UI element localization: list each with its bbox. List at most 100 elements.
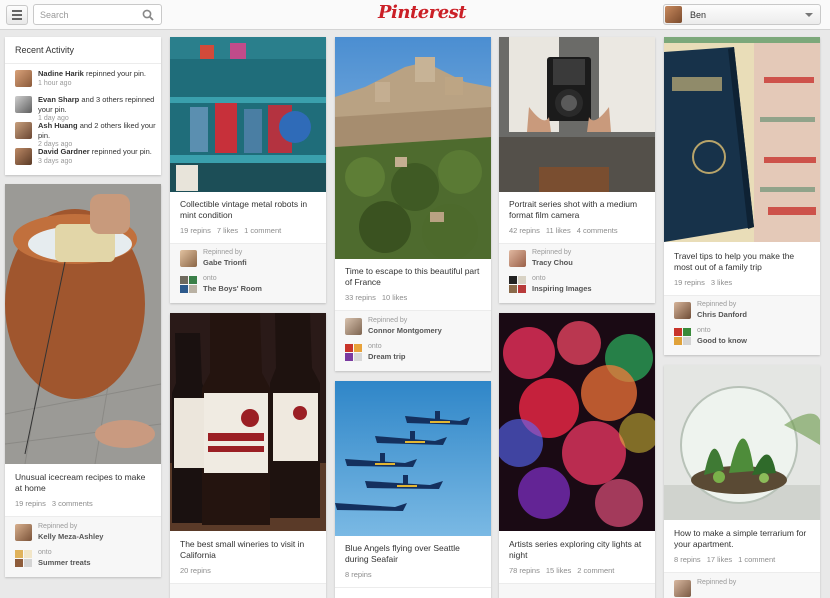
repin-count[interactable]: 8 repins xyxy=(345,570,372,579)
avatar xyxy=(15,96,32,113)
like-count[interactable]: 15 likes xyxy=(546,566,571,575)
search-icon[interactable] xyxy=(142,9,154,21)
repin-info: Repinned by xyxy=(664,573,820,598)
comment-count[interactable]: 1 comment xyxy=(244,226,281,235)
pin-card[interactable]: The best small wineries to visit in Cali… xyxy=(170,313,326,598)
comment-count[interactable]: 1 comment xyxy=(738,555,775,564)
pin-card[interactable]: Blue Angels flying over Seattle during S… xyxy=(335,381,491,598)
repinner-name[interactable]: Chris Danford xyxy=(697,310,747,319)
pin-image[interactable] xyxy=(335,381,491,536)
avatar[interactable] xyxy=(674,302,691,319)
repin-info: Repinned by Tracy Chou onto Inspiring Im… xyxy=(499,244,655,303)
avatar xyxy=(665,6,682,23)
board-thumbnails[interactable] xyxy=(180,276,197,293)
pin-card[interactable]: Portrait series shot with a medium forma… xyxy=(499,37,655,303)
repin-count[interactable]: 8 repins xyxy=(674,555,701,564)
like-count[interactable]: 11 likes xyxy=(546,226,571,235)
pin-card[interactable]: Travel tips to help you make the most ou… xyxy=(664,37,820,355)
pin-description[interactable]: Blue Angels flying over Seattle during S… xyxy=(345,543,483,565)
recent-activity-card: Recent Activity Nadine Harik repinned yo… xyxy=(5,37,161,175)
pin-card[interactable]: Unusual icecream recipes to make at home… xyxy=(5,184,161,577)
pin-card[interactable]: How to make a simple terrarium for your … xyxy=(664,365,820,598)
like-count[interactable]: 17 likes xyxy=(707,555,732,564)
pin-stats: 8 repins 17 likes 1 comment xyxy=(674,555,781,564)
board-name[interactable]: Dream trip xyxy=(368,352,406,361)
avatar xyxy=(15,70,32,87)
comment-count[interactable]: 3 comments xyxy=(52,499,93,508)
menu-button[interactable] xyxy=(6,5,28,25)
pin-stats: 20 repins xyxy=(180,566,217,575)
avatar xyxy=(15,148,32,165)
repin-count[interactable]: 19 repins xyxy=(180,226,211,235)
avatar[interactable] xyxy=(509,250,526,267)
comment-count[interactable]: 2 comment xyxy=(577,566,614,575)
search-box[interactable] xyxy=(33,4,162,25)
top-bar: Pinterest Ben xyxy=(0,0,830,30)
hamburger-icon xyxy=(12,10,22,12)
activity-user[interactable]: Evan Sharp xyxy=(38,95,79,104)
board-name[interactable]: Summer treats xyxy=(38,558,91,567)
repin-info: Repinned by Connor Montgomery onto Dream… xyxy=(335,311,491,371)
pin-description[interactable]: How to make a simple terrarium for your … xyxy=(674,528,812,550)
pin-image[interactable] xyxy=(664,365,820,520)
avatar[interactable] xyxy=(15,524,32,541)
repin-info: Repinned by Chris Danford onto Good to k… xyxy=(664,296,820,355)
repin-count[interactable]: 19 repins xyxy=(674,278,705,287)
activity-user[interactable]: Ash Huang xyxy=(38,121,78,130)
avatar[interactable] xyxy=(345,318,362,335)
pin-image[interactable] xyxy=(499,37,655,192)
avatar[interactable] xyxy=(180,250,197,267)
chevron-down-icon xyxy=(805,13,813,17)
repin-count[interactable]: 42 repins xyxy=(509,226,540,235)
pin-stats: 19 repins 3 likes xyxy=(674,278,738,287)
pin-card[interactable]: Collectible vintage metal robots in mint… xyxy=(170,37,326,303)
pin-description[interactable]: Artists series exploring city lights at … xyxy=(509,539,647,561)
pin-description[interactable]: Portrait series shot with a medium forma… xyxy=(509,199,647,221)
activity-time: 1 hour ago xyxy=(38,79,72,87)
board-thumbnails[interactable] xyxy=(345,344,362,361)
board-thumbnails[interactable] xyxy=(674,328,691,345)
pin-image[interactable] xyxy=(499,313,655,531)
pin-card[interactable]: Artists series exploring city lights at … xyxy=(499,313,655,598)
pin-description[interactable]: Unusual icecream recipes to make at home xyxy=(15,472,153,494)
pin-description[interactable]: Time to escape to this beautiful part of… xyxy=(345,266,483,288)
recent-activity-title: Recent Activity xyxy=(15,45,75,55)
pin-image[interactable] xyxy=(664,37,820,242)
pin-description[interactable]: Collectible vintage metal robots in mint… xyxy=(180,199,318,221)
activity-time: 3 days ago xyxy=(38,157,73,165)
activity-user[interactable]: David Gardner xyxy=(38,147,90,156)
avatar[interactable] xyxy=(674,580,691,597)
pin-image[interactable] xyxy=(170,313,326,531)
repin-info: Repinned by Gabe Trionfi onto The Boys' … xyxy=(170,244,326,303)
comment-count[interactable]: 4 comments xyxy=(577,226,618,235)
pin-image[interactable] xyxy=(170,37,326,192)
activity-user[interactable]: Nadine Harik xyxy=(38,69,84,78)
repinner-name[interactable]: Connor Montgomery xyxy=(368,326,442,335)
user-name: Ben xyxy=(690,10,707,20)
repinner-name[interactable]: Kelly Meza-Ashley xyxy=(38,532,103,541)
pinterest-logo[interactable]: Pinterest xyxy=(378,2,467,23)
board-thumbnails[interactable] xyxy=(509,276,526,293)
like-count[interactable]: 7 likes xyxy=(217,226,238,235)
repin-count[interactable]: 78 repins xyxy=(509,566,540,575)
user-menu[interactable]: Ben xyxy=(663,4,821,25)
like-count[interactable]: 10 likes xyxy=(382,293,407,302)
like-count[interactable]: 3 likes xyxy=(711,278,732,287)
repinner-name[interactable]: Gabe Trionfi xyxy=(203,258,247,267)
repinner-name[interactable]: Tracy Chou xyxy=(532,258,573,267)
search-input[interactable] xyxy=(34,5,134,25)
board-name[interactable]: Inspiring Images xyxy=(532,284,592,293)
pin-stats: 42 repins 11 likes 4 comments xyxy=(509,226,624,235)
pin-card[interactable]: Time to escape to this beautiful part of… xyxy=(335,37,491,371)
board-name[interactable]: Good to know xyxy=(697,336,747,345)
pin-stats: 19 repins 3 comments xyxy=(15,499,99,508)
pin-description[interactable]: The best small wineries to visit in Cali… xyxy=(180,539,318,561)
board-thumbnails[interactable] xyxy=(15,550,32,567)
repin-count[interactable]: 20 repins xyxy=(180,566,211,575)
board-name[interactable]: The Boys' Room xyxy=(203,284,262,293)
pin-image[interactable] xyxy=(5,184,161,464)
pin-description[interactable]: Travel tips to help you make the most ou… xyxy=(674,251,812,273)
repin-count[interactable]: 19 repins xyxy=(15,499,46,508)
repin-count[interactable]: 33 repins xyxy=(345,293,376,302)
pin-image[interactable] xyxy=(335,37,491,259)
